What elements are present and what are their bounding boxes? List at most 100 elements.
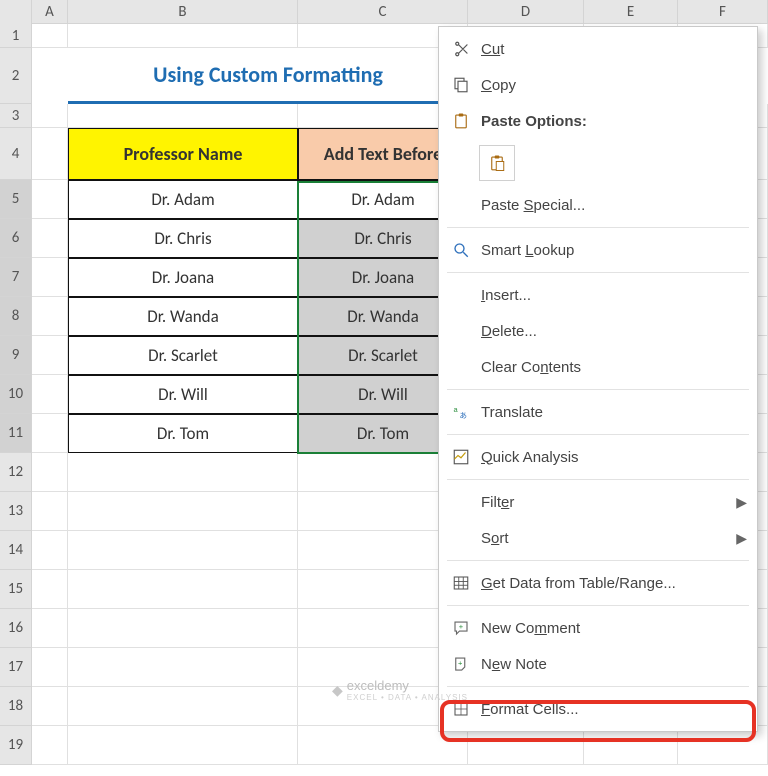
- row-header-10[interactable]: 10: [0, 375, 32, 414]
- chevron-right-icon: ▶: [736, 494, 747, 511]
- menu-clear-contents[interactable]: Clear Contents: [439, 349, 757, 385]
- menu-new-note[interactable]: + New Note: [439, 646, 757, 682]
- row-header-12[interactable]: 12: [0, 453, 32, 492]
- cell[interactable]: [32, 258, 68, 297]
- cell[interactable]: [32, 104, 68, 128]
- menu-filter[interactable]: Filter ▶: [439, 484, 757, 520]
- clipboard-icon: [447, 112, 475, 130]
- row-header-2[interactable]: 2: [0, 48, 32, 104]
- row-header-4[interactable]: 4: [0, 128, 32, 180]
- row-header-6[interactable]: 6: [0, 219, 32, 258]
- table-cell[interactable]: Dr. Scarlet: [68, 336, 298, 375]
- cell[interactable]: [68, 570, 298, 609]
- menu-format-cells[interactable]: Format Cells...: [439, 691, 757, 727]
- col-header-F[interactable]: F: [678, 0, 768, 24]
- cell[interactable]: [68, 24, 298, 48]
- col-header-E[interactable]: E: [584, 0, 678, 24]
- cell[interactable]: [68, 609, 298, 648]
- cell[interactable]: [68, 687, 298, 726]
- cell[interactable]: [32, 180, 68, 219]
- cell[interactable]: [32, 609, 68, 648]
- cell[interactable]: [32, 297, 68, 336]
- menu-smart-lookup[interactable]: Smart Lookup: [439, 232, 757, 268]
- cell[interactable]: [32, 726, 68, 765]
- menu-translate[interactable]: aあ Translate: [439, 394, 757, 430]
- cell[interactable]: [32, 414, 68, 453]
- cell[interactable]: [32, 687, 68, 726]
- menu-separator: [447, 605, 749, 606]
- row-header-13[interactable]: 13: [0, 492, 32, 531]
- menu-delete[interactable]: Delete...: [439, 313, 757, 349]
- row-header-9[interactable]: 9: [0, 336, 32, 375]
- paste-options-row: [439, 139, 757, 187]
- svg-text:+: +: [459, 622, 464, 631]
- table-cell[interactable]: Dr. Tom: [68, 414, 298, 453]
- cell[interactable]: [68, 104, 298, 128]
- row-header-14[interactable]: 14: [0, 531, 32, 570]
- copy-icon: [447, 76, 475, 94]
- cell[interactable]: [32, 570, 68, 609]
- col-header-D[interactable]: D: [468, 0, 584, 24]
- menu-label: Delete...: [475, 323, 747, 340]
- chevron-right-icon: ▶: [736, 530, 747, 547]
- menu-new-comment[interactable]: + New Comment: [439, 610, 757, 646]
- col-header-A[interactable]: A: [32, 0, 68, 24]
- table-header-professor[interactable]: Professor Name: [68, 128, 298, 180]
- row-header-3[interactable]: 3: [0, 104, 32, 128]
- cell[interactable]: [32, 453, 68, 492]
- row-header-5[interactable]: 5: [0, 180, 32, 219]
- cell[interactable]: [68, 531, 298, 570]
- cell[interactable]: [68, 492, 298, 531]
- row-header-7[interactable]: 7: [0, 258, 32, 297]
- row-header-15[interactable]: 15: [0, 570, 32, 609]
- table-cell[interactable]: Dr. Chris: [68, 219, 298, 258]
- row-header-1[interactable]: 1: [0, 24, 32, 48]
- menu-paste-special[interactable]: Paste Special...: [439, 187, 757, 223]
- cell[interactable]: [32, 531, 68, 570]
- select-all-corner[interactable]: [0, 0, 32, 24]
- table-cell[interactable]: Dr. Adam: [68, 180, 298, 219]
- cell[interactable]: [68, 453, 298, 492]
- row-header-16[interactable]: 16: [0, 609, 32, 648]
- cell[interactable]: [32, 128, 68, 180]
- col-header-C[interactable]: C: [298, 0, 468, 24]
- row-header-11[interactable]: 11: [0, 414, 32, 453]
- menu-copy[interactable]: Copy: [439, 67, 757, 103]
- table-cell[interactable]: Dr. Wanda: [68, 297, 298, 336]
- cell[interactable]: [68, 648, 298, 687]
- menu-separator: [447, 686, 749, 687]
- quick-analysis-icon: [447, 448, 475, 466]
- row-header-18[interactable]: 18: [0, 687, 32, 726]
- cell[interactable]: [32, 375, 68, 414]
- paste-option-default[interactable]: [479, 145, 515, 181]
- menu-insert[interactable]: Insert...: [439, 277, 757, 313]
- menu-separator: [447, 272, 749, 273]
- cell[interactable]: [32, 492, 68, 531]
- sheet-title[interactable]: Using Custom Formatting: [68, 48, 468, 104]
- cell[interactable]: [32, 336, 68, 375]
- menu-get-data[interactable]: Get Data from Table/Range...: [439, 565, 757, 601]
- menu-cut[interactable]: Cut: [439, 31, 757, 67]
- cell[interactable]: [32, 648, 68, 687]
- menu-label: Quick Analysis: [475, 449, 747, 466]
- cell[interactable]: [68, 726, 298, 765]
- menu-separator: [447, 389, 749, 390]
- menu-label: New Comment: [475, 620, 747, 637]
- cell[interactable]: [32, 219, 68, 258]
- menu-sort[interactable]: Sort ▶: [439, 520, 757, 556]
- menu-separator: [447, 434, 749, 435]
- cell[interactable]: [32, 48, 68, 104]
- format-cells-icon: [447, 700, 475, 718]
- table-cell[interactable]: Dr. Joana: [68, 258, 298, 297]
- translate-icon: aあ: [447, 403, 475, 421]
- cell[interactable]: [32, 24, 68, 48]
- row-header-8[interactable]: 8: [0, 297, 32, 336]
- column-header-row: A B C D E F: [0, 0, 768, 24]
- col-header-B[interactable]: B: [68, 0, 298, 24]
- menu-quick-analysis[interactable]: Quick Analysis: [439, 439, 757, 475]
- menu-label: Filter: [475, 494, 736, 511]
- row-header-17[interactable]: 17: [0, 648, 32, 687]
- table-cell[interactable]: Dr. Will: [68, 375, 298, 414]
- menu-label: Get Data from Table/Range...: [475, 575, 747, 592]
- row-header-19[interactable]: 19: [0, 726, 32, 765]
